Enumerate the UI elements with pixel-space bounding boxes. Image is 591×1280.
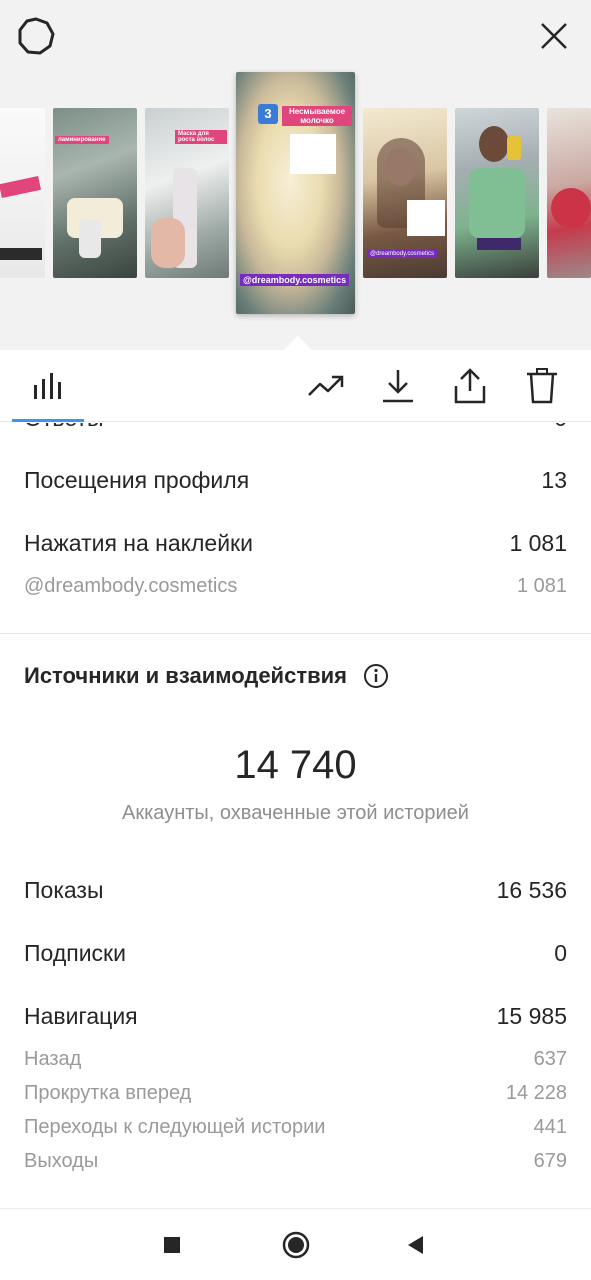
metric-row-profile-visits: Посещения профиля 13 — [24, 467, 567, 494]
story-thumbnail-selected[interactable]: 3 Несмываемое молочко @dreambody.cosmeti… — [236, 72, 355, 314]
metric-value: 679 — [533, 1150, 567, 1172]
metric-value: 15 985 — [496, 1003, 567, 1029]
metric-label: @dreambody.cosmetics — [24, 575, 238, 597]
metric-row-replies: Ответы 0 — [24, 423, 567, 432]
metric-label: Посещения профиля — [24, 467, 250, 493]
story-thumbnail[interactable]: ламинирование — [53, 108, 137, 278]
metric-value: 1 081 — [509, 530, 567, 556]
metric-row-sticker-taps: Нажатия на наклейки 1 081 — [24, 530, 567, 557]
share-icon[interactable] — [448, 364, 492, 408]
story-thumbnail[interactable] — [455, 108, 539, 278]
metric-row-sticker-mention: @dreambody.cosmetics 1 081 — [24, 575, 567, 598]
metric-value: 16 536 — [496, 877, 567, 903]
metric-value: 637 — [533, 1048, 567, 1070]
system-navigation-bar — [0, 1208, 591, 1280]
metric-label: Выходы — [24, 1150, 99, 1172]
metric-value: 0 — [554, 940, 567, 966]
metric-label: Назад — [24, 1048, 82, 1070]
back-icon[interactable] — [396, 1225, 436, 1265]
story-carousel: ламинирование Маска для роста волос 3 Не… — [0, 0, 591, 350]
trash-icon[interactable] — [520, 364, 564, 408]
story-toolbar — [0, 350, 591, 422]
trending-up-icon[interactable] — [304, 364, 348, 408]
section-title: Источники и взаимодействия — [24, 663, 389, 689]
metric-label: Навигация — [24, 1003, 138, 1029]
metric-row-back: Назад 637 — [24, 1048, 567, 1071]
story-thumbnail[interactable] — [0, 108, 45, 278]
download-icon[interactable] — [376, 364, 420, 408]
insights-panel: Ответы 0 Посещения профиля 13 Нажатия на… — [0, 423, 591, 1208]
mention-sticker: @dreambody.cosmetics — [240, 274, 350, 286]
story-thumbnail[interactable] — [547, 108, 591, 278]
metric-value: 13 — [541, 467, 567, 493]
section-divider — [0, 633, 591, 634]
reach-value: 14 740 — [234, 743, 357, 787]
story-thumbnail[interactable]: Маска для роста волос — [145, 108, 229, 278]
selected-story-pointer — [284, 336, 312, 350]
metric-label: Переходы к следующей истории — [24, 1116, 326, 1138]
home-icon[interactable] — [276, 1225, 316, 1265]
close-icon[interactable] — [532, 14, 576, 58]
settings-gear-icon[interactable] — [14, 14, 58, 58]
metric-row-navigation: Навигация 15 985 — [24, 1003, 567, 1030]
section-title-text: Источники и взаимодействия — [24, 663, 347, 688]
active-tab-indicator — [12, 419, 84, 422]
metric-label: Нажатия на наклейки — [24, 530, 253, 556]
metric-label: Показы — [24, 877, 104, 903]
info-icon[interactable] — [363, 663, 389, 689]
metric-row-forward: Прокрутка вперед 14 228 — [24, 1082, 567, 1105]
mention-sticker: @dreambody.cosmetics — [367, 250, 438, 258]
metric-row-follows: Подписки 0 — [24, 940, 567, 967]
metric-value: 1 081 — [516, 575, 567, 597]
metric-row-next-story: Переходы к следующей истории 441 — [24, 1116, 567, 1139]
metric-label: Прокрутка вперед — [24, 1082, 192, 1104]
metric-value: 0 — [554, 423, 567, 432]
bar-chart-icon[interactable] — [26, 364, 70, 408]
metric-value: 14 228 — [505, 1082, 567, 1104]
story-caption: Несмываемое молочко — [282, 106, 352, 126]
metric-row-exits: Выходы 679 — [24, 1150, 567, 1173]
story-caption: Маска для роста волос — [175, 130, 227, 144]
metric-label: Ответы — [24, 423, 103, 432]
metric-label: Подписки — [24, 940, 126, 966]
metric-row-impressions: Показы 16 536 — [24, 877, 567, 904]
recent-apps-icon[interactable] — [152, 1225, 192, 1265]
metric-value: 441 — [533, 1116, 567, 1138]
story-caption: ламинирование — [55, 136, 109, 144]
story-thumbnail[interactable]: @dreambody.cosmetics — [363, 108, 447, 278]
reach-caption: Аккаунты, охваченные этой историей — [122, 802, 469, 824]
